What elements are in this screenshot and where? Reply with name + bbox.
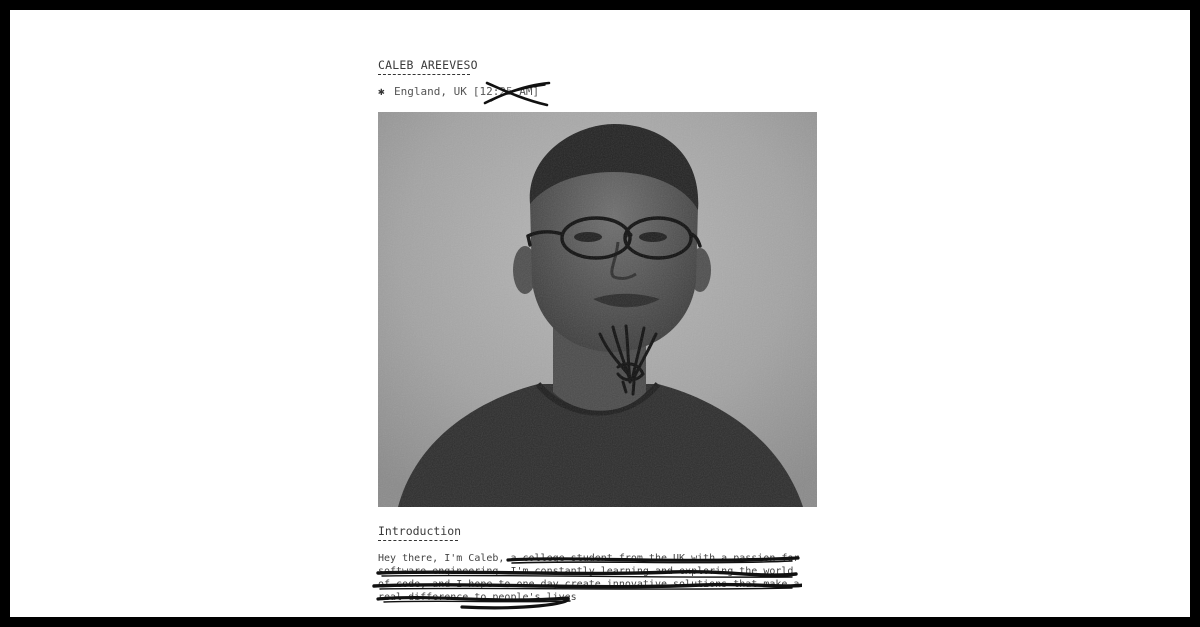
introduction-paragraph: Hey there, I'm Caleb, a college student … [378, 553, 800, 603]
section-title-introduction: Introduction [378, 524, 462, 538]
time-hidden: 25 [499, 85, 513, 98]
asterisk-icon: ✱ [378, 85, 385, 98]
section-dashed-underline [378, 540, 458, 541]
location-row: ✱ England, UK [12:25 AM] [378, 81, 551, 107]
portrait-illustration [378, 112, 817, 507]
profile-name-link[interactable]: CALEB AREEVESO [378, 58, 478, 72]
name-dashed-underline [378, 74, 470, 75]
portrait-photo [378, 112, 817, 507]
location-text: England, UK [394, 85, 467, 98]
time-open: [12: [472, 85, 500, 98]
local-time: [12:25 AM] [472, 81, 551, 107]
time-close: AM] [519, 85, 540, 98]
page-frame: CALEB AREEVESO ✱ England, UK [12:25 AM] [10, 10, 1190, 617]
